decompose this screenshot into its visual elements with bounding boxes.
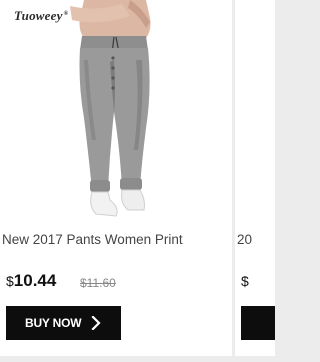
next-product-currency: $ [241,273,249,289]
price-amount: 10.44 [13,271,57,290]
product-image[interactable]: Tuoweey® [0,0,232,225]
product-title[interactable]: New 2017 Pants Women Print [2,232,232,247]
buy-now-button[interactable]: BUY NOW [6,306,121,340]
chevron-right-icon [91,315,101,333]
product-card[interactable]: Tuoweey® New 2017 Pants Women Print $10.… [0,0,232,356]
next-product-card[interactable]: 20 $ [235,0,275,356]
next-buy-now-button[interactable] [241,306,275,340]
product-carousel: Tuoweey® New 2017 Pants Women Print $10.… [0,0,275,362]
currency-symbol: $ [6,273,14,289]
price: $10.44 [6,271,56,291]
brand-logo: Tuoweey® [14,8,69,23]
old-price: $11.60 [80,276,116,290]
buy-now-label: BUY NOW [25,316,82,330]
next-product-title[interactable]: 20 [237,232,252,247]
pants-photo [70,0,151,217]
brand-name: Tuoweey [14,8,63,23]
